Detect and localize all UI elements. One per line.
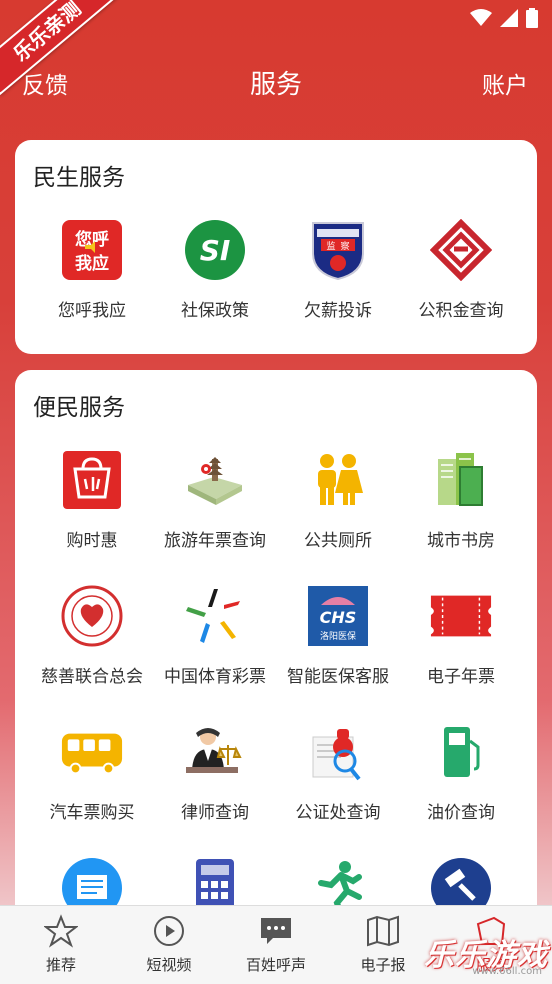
top-navigation: 反馈 服务 账户 xyxy=(0,60,552,104)
service-label: 汽车票购买 xyxy=(49,803,135,823)
service-item-notary[interactable]: 公证处查询 xyxy=(273,720,403,823)
service-label: 公证处查询 xyxy=(295,803,381,823)
tab-short-video[interactable]: 短视频 xyxy=(114,914,224,975)
medical-insurance-icon: CHS 洛阳医保 xyxy=(306,584,370,648)
service-item-medical-insurance[interactable]: CHS 洛阳医保 智能医保客服 xyxy=(273,584,403,687)
fuel-pump-icon xyxy=(429,720,493,784)
tab-recommend[interactable]: 推荐 xyxy=(6,914,116,975)
service-label: 欠薪投诉 xyxy=(304,301,372,321)
service-label: 社保政策 xyxy=(181,301,249,321)
service-item-housing-fund[interactable]: 公积金查询 xyxy=(396,218,526,321)
service-label: 律师查询 xyxy=(181,803,249,823)
service-item-bus-ticket[interactable]: 汽车票购买 xyxy=(27,720,157,823)
map-book-icon xyxy=(367,915,399,947)
tab-label: 短视频 xyxy=(146,956,192,974)
service-item-fuel-price[interactable]: 油价查询 xyxy=(396,720,526,823)
housing-fund-logo-icon xyxy=(429,218,493,282)
service-label: 公共厕所 xyxy=(304,531,372,551)
svg-text:我应: 我应 xyxy=(75,253,109,274)
account-button[interactable]: 账户 xyxy=(482,66,528,100)
battery-icon xyxy=(526,8,538,28)
service-label: 电子年票 xyxy=(427,667,495,687)
svg-text:监: 监 xyxy=(326,240,335,252)
ticket-icon xyxy=(429,584,493,648)
map-pagoda-icon xyxy=(183,448,247,512)
book-building-icon xyxy=(429,448,493,512)
charity-seal-icon xyxy=(60,584,124,648)
tab-label: 百姓呼声 xyxy=(245,956,306,974)
convenience-services-card: 便民服务 购时惠 旅游年票查询 公共厕所 城市书房 慈善联合总会 中国体育彩票 … xyxy=(15,370,537,930)
labor-supervision-badge-icon: 监 察 xyxy=(306,218,370,282)
service-item-restroom[interactable]: 公共厕所 xyxy=(273,448,403,551)
service-item-lawyer[interactable]: 律师查询 xyxy=(150,720,280,823)
service-label: 中国体育彩票 xyxy=(164,667,266,687)
livelihood-services-card: 民生服务 您呼 我应 您呼我应 SI 社保政策 监 察 欠薪投诉 公积金查询 xyxy=(15,140,537,354)
service-item-charity[interactable]: 慈善联合总会 xyxy=(27,584,157,687)
tab-public-voice[interactable]: 百姓呼声 xyxy=(221,914,331,975)
service-label: 慈善联合总会 xyxy=(41,667,143,687)
chat-bubble-icon xyxy=(261,918,291,944)
star-icon xyxy=(43,914,79,948)
si-icon: SI xyxy=(183,218,247,282)
service-item-tour-ticket[interactable]: 旅游年票查询 xyxy=(150,448,280,551)
wifi-icon xyxy=(470,9,492,26)
section-title: 便民服务 xyxy=(33,395,125,421)
service-item-shopping[interactable]: 购时惠 xyxy=(27,448,157,551)
tab-label: 电子报 xyxy=(360,956,406,974)
service-item-wage-complaint[interactable]: 监 察 欠薪投诉 xyxy=(273,218,403,321)
svg-text:SI: SI xyxy=(200,234,231,267)
service-label: 公积金查询 xyxy=(418,301,504,321)
service-label: 购时惠 xyxy=(66,531,118,551)
service-label: 您呼我应 xyxy=(58,301,126,321)
svg-text:CHS: CHS xyxy=(320,608,357,627)
bus-icon xyxy=(60,720,124,784)
service-item-sports-lottery[interactable]: 中国体育彩票 xyxy=(150,584,280,687)
play-icon xyxy=(154,916,184,946)
notary-stamp-icon xyxy=(306,720,370,784)
svg-text:洛阳医保: 洛阳医保 xyxy=(320,630,356,642)
tab-label: 推荐 xyxy=(45,956,76,974)
tab-e-newspaper[interactable]: 电子报 xyxy=(328,914,438,975)
service-label: 旅游年票查询 xyxy=(164,531,266,551)
service-label: 油价查询 xyxy=(427,803,495,823)
service-item-city-library[interactable]: 城市书房 xyxy=(396,448,526,551)
restroom-icon xyxy=(306,448,370,512)
page-title: 服务 xyxy=(249,70,302,100)
section-title: 民生服务 xyxy=(33,165,125,191)
signal-icon xyxy=(500,9,518,27)
watermark-url: www.66ll.com xyxy=(472,966,542,977)
service-label: 城市书房 xyxy=(427,531,495,551)
service-label: 智能医保客服 xyxy=(287,667,389,687)
service-item-e-ticket[interactable]: 电子年票 xyxy=(396,584,526,687)
svg-text:察: 察 xyxy=(340,240,349,252)
service-item-ni-hu-wo-ying[interactable]: 您呼 我应 您呼我应 xyxy=(27,218,157,321)
ni-hu-wo-ying-icon: 您呼 我应 xyxy=(60,218,124,282)
lawyer-icon xyxy=(183,720,247,784)
service-item-social-security[interactable]: SI 社保政策 xyxy=(150,218,280,321)
sports-lottery-icon xyxy=(183,584,247,648)
shopping-bag-icon xyxy=(60,448,124,512)
